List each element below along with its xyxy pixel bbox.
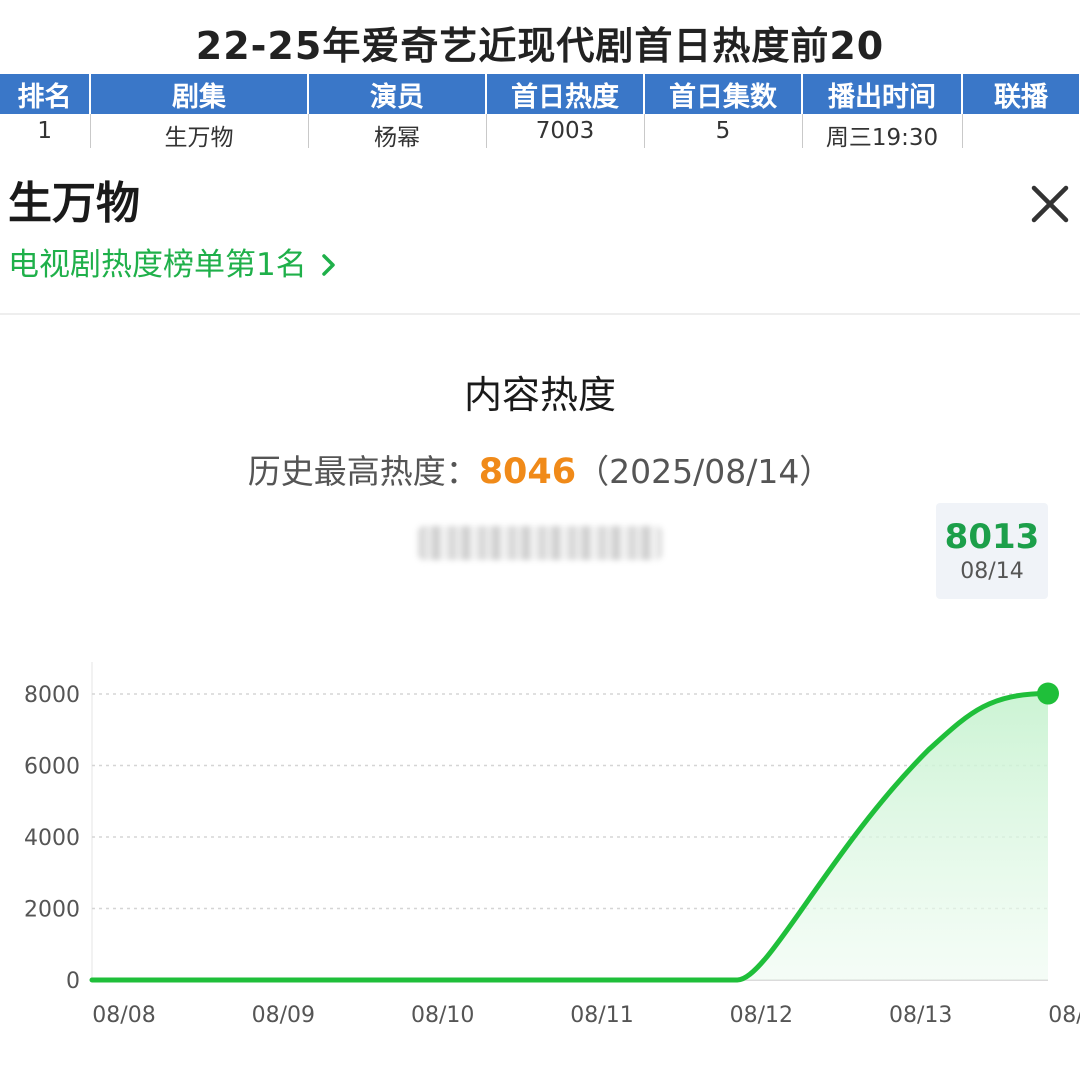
x-tick-label: 08/09 (252, 1003, 315, 1028)
y-tick-label: 8000 (24, 683, 80, 708)
tooltip-date: 08/14 (960, 559, 1024, 584)
x-tick-label: 08/13 (889, 1003, 952, 1028)
x-tick-label: 08/08 (92, 1003, 155, 1028)
highlight-point[interactable] (1037, 682, 1059, 705)
y-tick-label: 0 (66, 969, 80, 994)
y-tick-label: 6000 (24, 755, 80, 780)
y-tick-label: 4000 (24, 826, 80, 851)
x-tick-label: 08/11 (570, 1003, 633, 1028)
tooltip-value: 8013 (944, 517, 1040, 557)
x-tick-label: 08/12 (730, 1003, 793, 1028)
x-tick-label: 08/14 (1048, 1003, 1080, 1028)
heat-chart: 0 2000 4000 6000 8000 08/08 08/09 08/10 08/11 08/… (24, 662, 1080, 1028)
tooltip: 8013 08/14 (936, 503, 1048, 599)
y-tick-label: 2000 (24, 898, 80, 923)
x-tick-label: 08/10 (411, 1003, 474, 1028)
